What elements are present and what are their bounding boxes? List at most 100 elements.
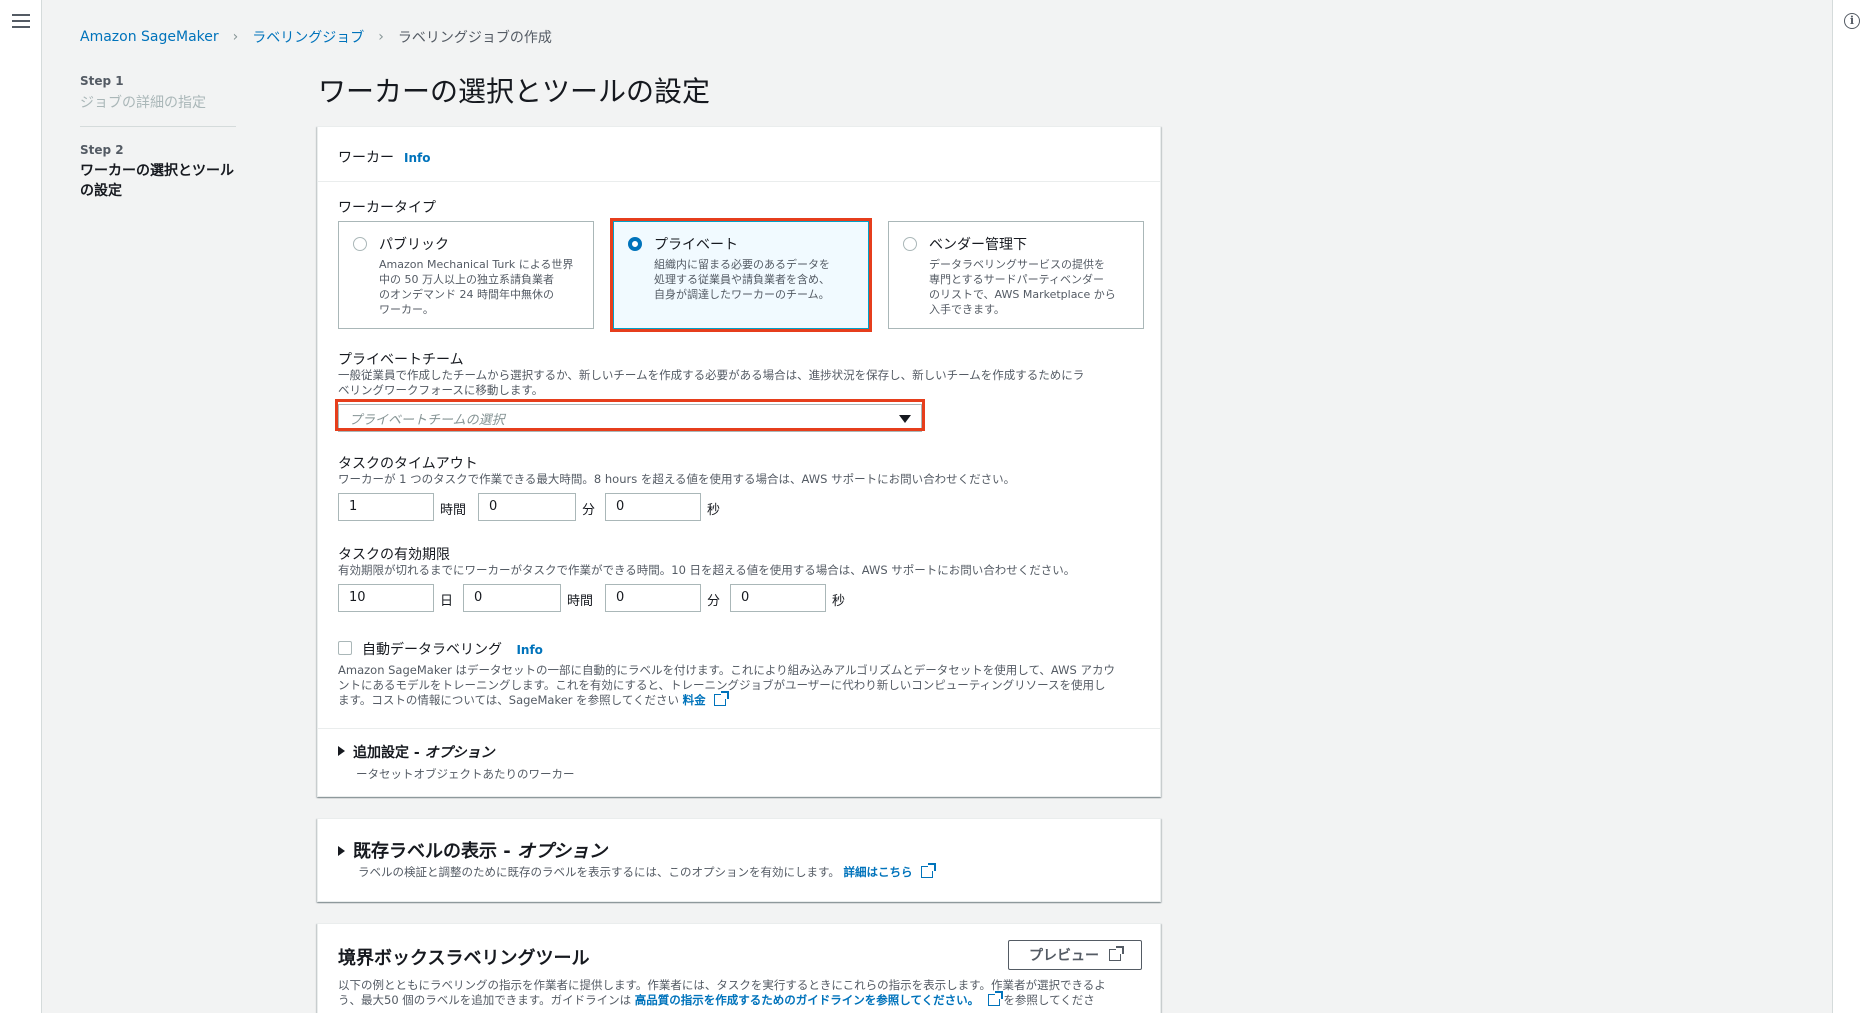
timeout-minutes-input[interactable]: 0 [478, 493, 576, 521]
option-desc: データラベリングサービスの提供を 専門とするサードパーティベンダー のリストで、… [929, 257, 1129, 317]
worker-type-label: ワーカータイプ [338, 200, 436, 216]
option-title: プライベート [654, 237, 738, 253]
desc-line: ワーカー。 [379, 303, 434, 316]
task-expiry-desc: 有効期限が切れるまでにワーカーがタスクで作業ができる時間。10 日を超える値を使… [338, 563, 1076, 577]
worker-panel-title: ワーカー [338, 150, 394, 166]
desc-text: ラベルの検証と調整のために既存のラベルを表示するには、このオプションを有効にしま… [358, 865, 840, 879]
bounding-box-tool-panel: 境界ボックスラベリングツール プレビュー 以下の例とともにラベリングの指示を作業… [317, 923, 1161, 1013]
chevron-right-icon: › [232, 29, 239, 45]
desc-text: う、最大50 個のラベルを追加できます。ガイドラインは [338, 993, 632, 1007]
existing-labels-title: 既存ラベルの表示 - [353, 841, 518, 862]
option-title: ベンダー管理下 [929, 237, 1027, 253]
step1-title[interactable]: ジョブの詳細の指定 [80, 92, 238, 112]
desc-line: のオンデマンド 24 時間年中無休の [379, 288, 554, 301]
guidelines-link[interactable]: 高品質の指示を作成するためのガイドラインを参照してください。 [635, 993, 979, 1007]
page-title: ワーカーの選択とツールの設定 [318, 75, 711, 108]
external-link-icon [1109, 946, 1124, 961]
radio-vendor[interactable] [903, 237, 917, 251]
wizard-steps: Step 1 ジョブの詳細の指定 Step 2 ワーカーの選択とツール の設定 [80, 74, 238, 201]
desc-line: ます。コストの情報については、SageMaker を参照してください 料金 [338, 691, 1148, 708]
unit-minutes: 分 [707, 594, 721, 609]
radio-public[interactable] [353, 237, 367, 251]
learn-more-link[interactable]: 詳細はこちら [844, 865, 913, 879]
worker-option-vendor[interactable]: ベンダー管理下 データラベリングサービスの提供を 専門とするサードパーティベンダ… [888, 221, 1144, 329]
option-desc: Amazon Mechanical Turk による世界 中の 50 万人以上の… [379, 257, 579, 317]
breadcrumb-current: ラベリングジョブの作成 [397, 30, 552, 46]
auto-labeling-checkbox[interactable] [338, 641, 352, 655]
task-timeout-label: タスクのタイムアウト [338, 456, 478, 472]
worker-info-link[interactable]: Info [404, 151, 430, 165]
expiry-hours-input[interactable]: 0 [463, 584, 561, 612]
private-team-label: プライベートチーム [338, 352, 464, 368]
worker-option-public[interactable]: パブリック Amazon Mechanical Turk による世界 中の 50… [338, 221, 594, 329]
step2-title: ワーカーの選択とツール の設定 [80, 161, 238, 201]
option-desc: 組織内に留まる必要のあるデータを 処理する従業員や請負業者を含め、 自身が調達し… [654, 257, 854, 302]
desc-line: 中の 50 万人以上の独立系請負業者 [379, 273, 554, 286]
auto-labeling-label: 自動データラベリング Info [362, 639, 543, 659]
step2-number: Step 2 [80, 143, 124, 157]
additional-settings-toggle[interactable]: 追加設定 - オプション [338, 742, 495, 762]
desc-line: ベリングワークフォースに移動します。 [338, 383, 544, 397]
caret-right-icon [338, 746, 345, 756]
expiry-seconds-input[interactable]: 0 [730, 584, 826, 612]
external-link-icon [714, 691, 730, 706]
desc-line: 入手できます。 [929, 303, 1005, 316]
unit-seconds: 秒 [832, 594, 846, 609]
preview-button-label: プレビュー [1029, 948, 1099, 964]
task-expiry-label: タスクの有効期限 [338, 547, 450, 563]
existing-labels-panel: 既存ラベルの表示 - オプション ラベルの検証と調整のために既存のラベルを表示す… [317, 818, 1161, 902]
private-team-select[interactable]: プライベートチームの選択 [338, 404, 922, 432]
desc-line: 組織内に留まる必要のあるデータを [654, 258, 830, 271]
desc-line: Amazon SageMaker はデータセットの一部に自動的にラベルを付けます… [338, 663, 1115, 677]
timeout-hours-input[interactable]: 1 [338, 493, 434, 521]
desc-line: 処理する従業員や請負業者を含め、 [654, 273, 830, 286]
tool-panel-title: 境界ボックスラベリングツール [338, 948, 590, 969]
breadcrumb-sagemaker[interactable]: Amazon SageMaker [80, 29, 219, 45]
task-timeout-desc: ワーカーが 1 つのタスクで作業できる最大時間。8 hours を超える値を使用… [338, 472, 1016, 486]
info-icon[interactable]: i [1844, 13, 1860, 29]
preview-button[interactable]: プレビュー [1008, 940, 1142, 970]
left-nav-rail [0, 0, 42, 1013]
desc-line: 自身が調達したワーカーのチーム。 [654, 288, 830, 301]
desc-line: のリストで、AWS Marketplace から [929, 288, 1116, 301]
additional-settings-optional: オプション [424, 745, 495, 761]
existing-labels-toggle[interactable]: 既存ラベルの表示 - オプション [338, 837, 607, 863]
caret-right-icon [338, 846, 345, 856]
unit-minutes: 分 [582, 503, 596, 518]
unit-seconds: 秒 [707, 503, 721, 518]
desc-line: う、最大50 個のラベルを追加できます。ガイドラインは 高品質の指示を作成するた… [338, 991, 1148, 1008]
tool-panel-desc: 以下の例とともにラベリングの指示を作業者に提供します。作業者には、タスクを実行す… [338, 978, 1148, 1008]
desc-line: 専門とするサードパーティベンダー [929, 273, 1105, 286]
worker-option-private[interactable]: プライベート 組織内に留まる必要のあるデータを 処理する従業員や請負業者を含め、… [613, 221, 869, 329]
additional-settings-title: 追加設定 - [353, 745, 425, 761]
step-divider [80, 126, 236, 127]
unit-hours: 時間 [567, 594, 594, 609]
expiry-minutes-input[interactable]: 0 [605, 584, 701, 612]
desc-line: ントにあるモデルをトレーニングします。これを有効にすると、トレーニングジョブがユ… [338, 678, 1106, 692]
external-link-icon [921, 863, 937, 878]
desc-line: 一般従業員で作成したチームから選択するか、新しいチームを作成する必要がある場合は… [338, 368, 1085, 382]
radio-private[interactable] [628, 237, 642, 251]
external-link-icon [987, 991, 1003, 1006]
worker-panel: ワーカー Info ワーカータイプ パブリック Amazon Mechanica… [317, 126, 1161, 797]
chevron-right-icon: › [378, 29, 384, 45]
menu-icon[interactable] [12, 14, 30, 30]
timeout-seconds-input[interactable]: 0 [605, 493, 701, 521]
existing-labels-desc: ラベルの検証と調整のために既存のラベルを表示するには、このオプションを有効にしま… [358, 863, 937, 880]
unit-hours: 時間 [440, 503, 467, 518]
auto-labeling-text: 自動データラベリング [362, 642, 502, 658]
breadcrumb-labeling-jobs[interactable]: ラベリングジョブ [252, 27, 364, 47]
auto-labeling-info-link[interactable]: Info [516, 643, 542, 657]
desc-line: Amazon Mechanical Turk による世界 [379, 258, 574, 271]
breadcrumb: Amazon SageMaker › ラベリングジョブ › ラベリングジョブの作… [80, 27, 552, 47]
expiry-days-input[interactable]: 10 [338, 584, 434, 612]
desc-line: データラベリングサービスの提供を [929, 258, 1105, 271]
unit-days: 日 [440, 594, 454, 609]
desc-text: を参照してくださ [1003, 993, 1095, 1007]
right-tools-rail: i [1832, 0, 1872, 1013]
section-divider [318, 728, 1160, 729]
desc-text: ます。コストの情報については、SageMaker を参照してください [338, 693, 679, 707]
step2-title-line2: の設定 [80, 183, 122, 199]
private-team-desc: 一般従業員で作成したチームから選択するか、新しいチームを作成する必要がある場合は… [338, 368, 1138, 398]
pricing-link[interactable]: 料金 [683, 693, 706, 707]
